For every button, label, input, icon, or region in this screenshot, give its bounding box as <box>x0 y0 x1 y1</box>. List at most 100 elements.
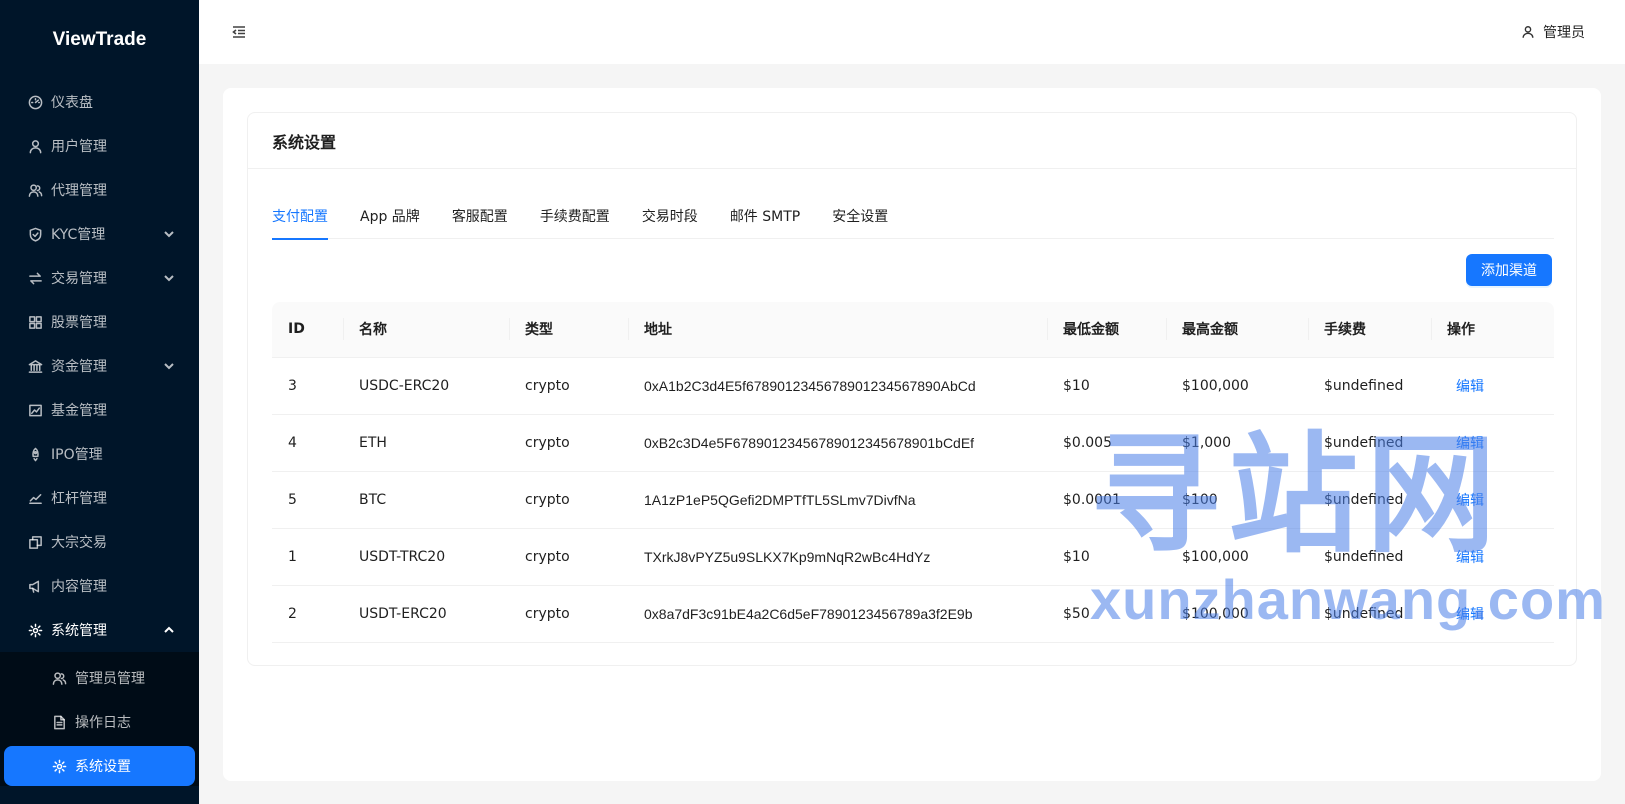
tab-customer-service[interactable]: 客服配置 <box>452 193 508 239</box>
sidebar-item-admins[interactable]: 管理员管理 <box>0 656 199 700</box>
sidebar-item-label: 杠杆管理 <box>51 491 107 507</box>
cell-max: $100,000 <box>1166 528 1308 586</box>
team-icon <box>50 669 68 687</box>
cell-max: $1,000 <box>1166 414 1308 472</box>
cell-id: 1 <box>272 528 343 586</box>
column-header: 最低金额 <box>1047 302 1166 358</box>
sidebar-item-label: 股票管理 <box>51 315 107 331</box>
edit-link[interactable]: 编辑 <box>1447 607 1484 623</box>
sidebar-item-label: IPO管理 <box>51 447 103 463</box>
cell-action: 编辑 <box>1431 585 1554 643</box>
shield-icon <box>26 225 44 243</box>
sidebar-item-label: 操作日志 <box>75 715 131 731</box>
cell-id: 5 <box>272 471 343 529</box>
cell-id: 2 <box>272 585 343 643</box>
cell-address: 0xA1b2C3d4E5f6789012345678901234567890Ab… <box>628 357 1047 415</box>
sidebar-item-content[interactable]: 内容管理 <box>0 564 199 608</box>
sidebar-item-dashboard[interactable]: 仪表盘 <box>0 80 199 124</box>
cell-address: 0xB2c3D4e5F67890123456789012345678901bCd… <box>628 414 1047 472</box>
cell-min: $10 <box>1047 528 1166 586</box>
cell-action: 编辑 <box>1431 357 1554 415</box>
gear-icon <box>26 621 44 639</box>
sidebar: ViewTrade 仪表盘 用户管理 代理管理 KYC管理 交易管理 股票管理 … <box>0 0 199 804</box>
settings-tabs: 支付配置 App 品牌 客服配置 手续费配置 交易时段 邮件 SMTP 安全设置 <box>272 193 1554 240</box>
cell-address: 1A1zP1eP5QGefi2DMPTfTL5SLmv7DivfNa <box>628 471 1047 529</box>
column-header: ID <box>272 302 343 358</box>
cell-name: USDC-ERC20 <box>343 357 509 415</box>
cell-fee: $undefined <box>1308 528 1431 586</box>
cell-min: $10 <box>1047 357 1166 415</box>
sidebar-item-label: 大宗交易 <box>51 535 107 551</box>
notification-icon <box>26 577 44 595</box>
dashboard-icon <box>26 93 44 111</box>
user-icon <box>1522 26 1534 38</box>
cell-fee: $undefined <box>1308 471 1431 529</box>
edit-link[interactable]: 编辑 <box>1447 436 1484 452</box>
cell-max: $100,000 <box>1166 357 1308 415</box>
user-name: 管理员 <box>1543 25 1585 41</box>
chevron-down-icon <box>163 272 175 284</box>
sidebar-item-label: 交易管理 <box>51 271 107 287</box>
payment-channels-table: ID 名称 类型 地址 最低金额 最高金额 手续费 操作 3 USDC-ERC2… <box>272 302 1554 643</box>
sidebar-item-fund[interactable]: 基金管理 <box>0 388 199 432</box>
tab-security[interactable]: 安全设置 <box>832 193 888 239</box>
sidebar-item-stocks[interactable]: 股票管理 <box>0 300 199 344</box>
sidebar-item-agents[interactable]: 代理管理 <box>0 168 199 212</box>
cell-max: $100,000 <box>1166 585 1308 643</box>
column-header: 操作 <box>1431 302 1554 358</box>
rocket-icon <box>26 445 44 463</box>
tab-payment[interactable]: 支付配置 <box>272 193 328 240</box>
column-header: 手续费 <box>1308 302 1431 358</box>
top-header: 管理员 <box>199 0 1625 64</box>
tab-smtp[interactable]: 邮件 SMTP <box>730 193 800 239</box>
block-icon <box>26 533 44 551</box>
cell-type: crypto <box>509 414 628 472</box>
menu-fold-icon[interactable] <box>232 25 246 39</box>
sidebar-item-label: 用户管理 <box>51 139 107 155</box>
cell-fee: $undefined <box>1308 357 1431 415</box>
appstore-icon <box>26 313 44 331</box>
sidebar-item-system[interactable]: 系统管理 <box>0 608 199 652</box>
sidebar-item-label: 仪表盘 <box>51 95 93 111</box>
edit-link[interactable]: 编辑 <box>1447 550 1484 566</box>
chevron-up-icon <box>163 624 175 636</box>
sidebar-item-trades[interactable]: 交易管理 <box>0 256 199 300</box>
table-row: 5 BTC crypto 1A1zP1eP5QGefi2DMPTfTL5SLmv… <box>272 471 1554 529</box>
cell-type: crypto <box>509 528 628 586</box>
sidebar-item-funds-mgmt[interactable]: 资金管理 <box>0 344 199 388</box>
sidebar-item-label: 系统管理 <box>51 623 107 639</box>
edit-link[interactable]: 编辑 <box>1447 379 1484 395</box>
cell-name: USDT-ERC20 <box>343 585 509 643</box>
sidebar-item-kyc[interactable]: KYC管理 <box>0 212 199 256</box>
sidebar-item-leverage[interactable]: 杠杆管理 <box>0 476 199 520</box>
sidebar-item-users[interactable]: 用户管理 <box>0 124 199 168</box>
tab-trading-hours[interactable]: 交易时段 <box>642 193 698 239</box>
cell-id: 3 <box>272 357 343 415</box>
sidebar-item-ipo[interactable]: IPO管理 <box>0 432 199 476</box>
system-submenu: 管理员管理 操作日志 系统设置 <box>0 652 199 786</box>
cell-name: USDT-TRC20 <box>343 528 509 586</box>
cell-address: TXrkJ8vPYZ5u9SLKX7Kp9mNqR2wBc4HdYz <box>628 528 1047 586</box>
sidebar-item-settings[interactable]: 系统设置 <box>4 746 195 786</box>
sidebar-item-logs[interactable]: 操作日志 <box>0 700 199 744</box>
file-icon <box>50 713 68 731</box>
add-channel-button[interactable]: 添加渠道 <box>1466 254 1552 286</box>
main-content: 系统设置 支付配置 App 品牌 客服配置 手续费配置 交易时段 邮件 SMTP… <box>223 88 1601 781</box>
chevron-down-icon <box>163 228 175 240</box>
cell-max: $100 <box>1166 471 1308 529</box>
chevron-down-icon <box>163 360 175 372</box>
table-row: 1 USDT-TRC20 crypto TXrkJ8vPYZ5u9SLKX7Kp… <box>272 528 1554 586</box>
cell-type: crypto <box>509 357 628 415</box>
tab-fees[interactable]: 手续费配置 <box>540 193 610 239</box>
settings-card: 系统设置 支付配置 App 品牌 客服配置 手续费配置 交易时段 邮件 SMTP… <box>247 112 1577 666</box>
edit-link[interactable]: 编辑 <box>1447 493 1484 509</box>
tab-app-brand[interactable]: App 品牌 <box>360 193 420 239</box>
cell-id: 4 <box>272 414 343 472</box>
user-menu[interactable]: 管理员 <box>1521 22 1585 42</box>
cell-min: $0.005 <box>1047 414 1166 472</box>
cell-type: crypto <box>509 471 628 529</box>
sidebar-item-label: 系统设置 <box>75 759 131 775</box>
sidebar-item-label: KYC管理 <box>51 227 106 243</box>
sidebar-item-block-trade[interactable]: 大宗交易 <box>0 520 199 564</box>
stock-icon <box>26 489 44 507</box>
